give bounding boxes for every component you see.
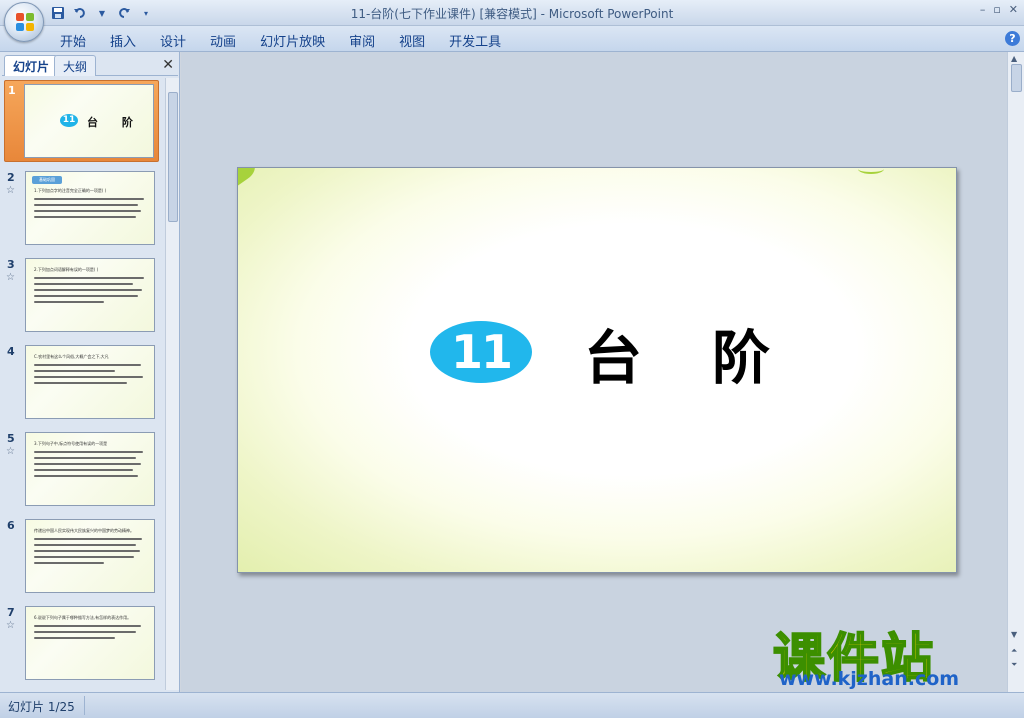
previous-slide-icon[interactable]: ⏶ [1011,646,1017,656]
slide-preview: 传递出中国人民实现伟大民族复兴的中国梦的劳动精神。 [25,519,155,593]
animation-star-icon: ☆ [6,620,15,631]
tab-slides[interactable]: 幻灯片 [4,55,59,76]
slide-number: 5 [7,432,15,445]
thumb-text: 1.下列加点字的注音完全正确的一项是( ) [34,188,150,222]
slide-number: 7 [7,606,15,619]
status-bar: 幻灯片 1/25 [0,692,1024,718]
slide-thumbnail[interactable]: 1 11 台 阶 [4,80,159,162]
slide-preview: C.农村里有这么个风俗,大概广会之下,大凡 [25,345,155,419]
tab-developer[interactable]: 开发工具 [449,31,515,50]
tab-review[interactable]: 审阅 [349,31,389,50]
tab-design[interactable]: 设计 [160,31,200,50]
animation-star-icon: ☆ [6,446,15,457]
tab-home[interactable]: 开始 [60,31,100,50]
pane-tabs: 幻灯片 大纲 ✕ [2,54,178,76]
help-icon[interactable]: ? [1005,31,1020,46]
office-button[interactable] [4,2,44,42]
status-divider [84,696,85,715]
minimize-icon[interactable]: – [980,3,986,16]
current-slide[interactable]: 11 台阶 [237,167,957,573]
thumb-heading: 基础巩固 [32,176,62,184]
thumb-text: 3.下列句子中,标点符号使用有误的一项是 [34,441,150,481]
ribbon-tab-bar: 开始 插入 设计 动画 幻灯片放映 审阅 视图 开发工具 ? [0,26,1024,52]
slide-thumbnail[interactable]: 7 ☆ 6.说说下列句子属于哪种描写方法,有怎样的表达作用。 [0,603,165,685]
tab-slideshow[interactable]: 幻灯片放映 [260,31,339,50]
slide-preview: 基础巩固 1.下列加点字的注音完全正确的一项是( ) [25,171,155,245]
tab-insert[interactable]: 插入 [110,31,150,50]
window-controls: – ▫ ✕ [980,3,1018,16]
restore-icon[interactable]: ▫ [993,3,1000,16]
slide-preview: 3.下列句子中,标点符号使用有误的一项是 [25,432,155,506]
slide-number: 4 [7,345,15,358]
scrollbar-thumb[interactable] [1011,64,1022,92]
slide-number: 3 [7,258,15,271]
leaf-decoration [238,168,259,186]
window-title: 11-台阶(七下作业课件) [兼容模式] - Microsoft PowerPo… [350,7,674,21]
office-logo-icon [16,13,34,31]
next-slide-icon[interactable]: ⏷ [1011,660,1017,670]
slide-thumbnail[interactable]: 2 ☆ 基础巩固 1.下列加点字的注音完全正确的一项是( ) [0,168,165,250]
watermark-url: www.kjzhan.com [779,668,960,690]
slide-number: 2 [7,171,15,184]
thumb-title: 台 阶 [87,116,143,129]
animation-star-icon: ☆ [6,185,15,196]
slide-scrollbar[interactable]: ▲ ▼ ⏶ ⏷ [1007,52,1024,692]
slide-thumbnail[interactable]: 4 C.农村里有这么个风俗,大概广会之下,大凡 [0,342,165,424]
thumb-text: 6.说说下列句子属于哪种描写方法,有怎样的表达作用。 [34,615,150,643]
close-icon[interactable]: ✕ [1009,3,1018,16]
title-bar: ▼ ▾ 11-台阶(七下作业课件) [兼容模式] - Microsoft Pow… [0,0,1024,26]
slide-editing-area: 11 台阶 [181,52,1007,692]
tab-animations[interactable]: 动画 [210,31,250,50]
scroll-down-icon[interactable]: ▼ [1011,630,1017,639]
stem-decoration [858,168,884,174]
tab-outline[interactable]: 大纲 [54,55,97,76]
thumb-text: C.农村里有这么个风俗,大概广会之下,大凡 [34,354,150,388]
slide-thumbnail[interactable]: 6 传递出中国人民实现伟大民族复兴的中国梦的劳动精神。 [0,516,165,598]
scroll-up-icon[interactable]: ▲ [1011,54,1017,63]
thumb-text: 2.下列加点词语解释有误的一项是( ) [34,267,150,307]
close-icon[interactable]: ✕ [162,57,174,73]
slide-title: 台阶 [584,324,841,392]
tab-view[interactable]: 视图 [399,31,439,50]
slides-pane: 幻灯片 大纲 ✕ 1 11 台 阶 2 ☆ 基础巩固 1.下列加点字的注音完全正… [0,52,180,692]
slide-preview: 2.下列加点词语解释有误的一项是( ) [25,258,155,332]
scrollbar-thumb[interactable] [168,92,178,222]
thumb-text: 传递出中国人民实现伟大民族复兴的中国梦的劳动精神。 [34,528,150,568]
slide-number: 1 [8,84,16,97]
slide-thumbnail[interactable]: 3 ☆ 2.下列加点词语解释有误的一项是( ) [0,255,165,337]
lesson-number-badge: 11 [430,321,532,383]
slide-number: 6 [7,519,15,532]
thumb-badge: 11 [60,114,78,127]
animation-star-icon: ☆ [6,272,15,283]
slide-preview: 11 台 阶 [24,84,154,158]
slide-preview: 6.说说下列句子属于哪种描写方法,有怎样的表达作用。 [25,606,155,680]
slide-thumbnail[interactable]: 5 ☆ 3.下列句子中,标点符号使用有误的一项是 [0,429,165,511]
slide-counter: 幻灯片 1/25 [8,700,75,714]
thumbnail-scrollbar[interactable] [165,78,179,690]
slide-thumbnail-list: 1 11 台 阶 2 ☆ 基础巩固 1.下列加点字的注音完全正确的一项是( ) … [0,78,165,690]
